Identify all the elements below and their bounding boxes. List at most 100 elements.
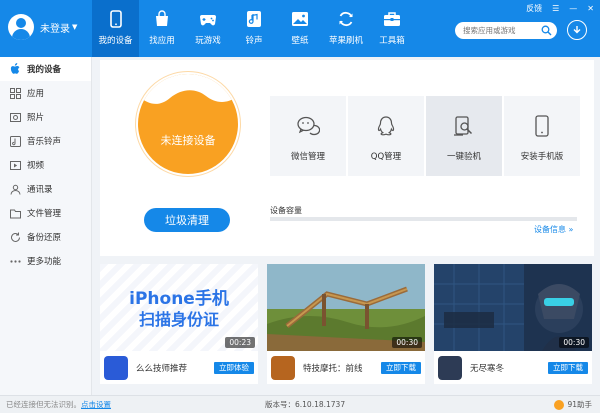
phone-icon (109, 10, 122, 28)
download-icon[interactable] (567, 20, 587, 40)
download-now-button[interactable]: 立即下载 (548, 361, 588, 374)
sidebar-item-label: 更多功能 (27, 257, 62, 267)
menu-icon[interactable]: ☰ (552, 4, 559, 13)
app-icon (438, 355, 462, 380)
promo-card[interactable]: 00:30 特技摩托：前线 立即下载 (267, 264, 425, 384)
sidebar-item-label: 音乐铃声 (27, 137, 62, 147)
main-nav: 我的设备 找应用 玩游戏 铃声 壁纸 苹果刷机 工具箱 (92, 0, 415, 57)
nav-ringtones[interactable]: 铃声 (231, 0, 277, 57)
promo-card[interactable]: 00:30 无尽寒冬 立即下载 (434, 264, 592, 384)
sidebar-item-contacts[interactable]: 通讯录 (0, 177, 91, 201)
apple-icon (9, 63, 21, 75)
brand: 91助手 (554, 399, 592, 410)
app-icon (104, 355, 128, 380)
promo-banner[interactable]: 00:30 (434, 264, 592, 351)
photo-icon (9, 111, 21, 123)
sidebar-item-my-device[interactable]: 我的设备 (0, 57, 91, 81)
status-bar: 已经连接但无法识别。点击设置 版本号：6.10.18.1737 91助手 (0, 395, 600, 413)
card-title: 特技摩托：前线 (303, 363, 363, 374)
brand-name: 91助手 (567, 400, 592, 409)
nav-games[interactable]: 玩游戏 (185, 0, 231, 57)
minimize-icon[interactable]: — (569, 4, 577, 13)
sidebar-item-label: 文件管理 (27, 209, 62, 219)
connection-status: 已经连接但无法识别。点击设置 (6, 399, 111, 410)
device-info-link[interactable]: 设备信息 » (534, 224, 573, 235)
sidebar-item-label: 我的设备 (27, 65, 62, 75)
promo-banner[interactable]: 00:30 (267, 264, 425, 351)
bag-icon (156, 10, 168, 26)
sidebar: 我的设备 应用 照片 音乐铃声 视频 通讯录 文件管理 备份还原 更多功能 (0, 57, 92, 395)
toolbox-icon (384, 12, 400, 26)
sidebar-item-more[interactable]: 更多功能 (0, 249, 91, 273)
nav-label: 苹果刷机 (328, 36, 363, 46)
card-title: 么么技师推荐 (136, 363, 188, 374)
tool-label: QQ管理 (370, 152, 402, 162)
grid-icon (9, 87, 21, 99)
sidebar-item-label: 通讯录 (27, 185, 53, 195)
close-icon[interactable]: ✕ (587, 4, 594, 13)
sidebar-item-label: 视频 (27, 161, 45, 171)
contacts-icon (9, 183, 21, 195)
device-status-circle: 未连接设备 (138, 74, 238, 174)
inspect-icon (454, 116, 473, 136)
top-bar: 未登录 ▼ 我的设备 找应用 玩游戏 铃声 壁纸 苹果刷机 工具箱 反馈 ☰ —… (0, 0, 600, 57)
sidebar-item-music[interactable]: 音乐铃声 (0, 129, 91, 153)
user-login[interactable]: 未登录 ▼ (8, 14, 77, 40)
tool-qq[interactable]: QQ管理 (348, 96, 424, 176)
connection-status-text: 已经连接但无法识别。 (6, 400, 81, 409)
nav-label: 壁纸 (291, 36, 309, 46)
sidebar-item-label: 备份还原 (27, 233, 62, 243)
picture-icon (292, 12, 308, 26)
tool-label: 安装手机版 (520, 152, 564, 162)
version-text: 版本号：6.10.18.1737 (265, 400, 346, 409)
music-note-icon (9, 135, 21, 147)
tool-wechat[interactable]: 微信管理 (270, 96, 346, 176)
video-duration: 00:30 (392, 337, 422, 348)
nav-wallpaper[interactable]: 壁纸 (277, 0, 323, 57)
folder-icon (9, 207, 21, 219)
video-duration: 00:23 (225, 337, 255, 348)
sidebar-item-backup[interactable]: 备份还原 (0, 225, 91, 249)
tool-grid: 微信管理 QQ管理 一键验机 安装手机版 (270, 96, 582, 176)
promo-cards: iPhone手机 扫描身份证 00:23 么么技师推荐 立即体验 00:30 特… (100, 264, 600, 384)
tool-install-mobile[interactable]: 安装手机版 (504, 96, 580, 176)
nav-find-app[interactable]: 找应用 (139, 0, 185, 57)
window-controls: 反馈 ☰ — ✕ (516, 3, 594, 14)
search-icon[interactable] (541, 25, 552, 36)
sidebar-item-video[interactable]: 视频 (0, 153, 91, 177)
nav-apple-flash[interactable]: 苹果刷机 (323, 0, 369, 57)
nav-my-device[interactable]: 我的设备 (92, 0, 139, 57)
banner-line-2: 扫描身份证 (138, 310, 219, 329)
tool-inspect[interactable]: 一键验机 (426, 96, 502, 176)
settings-link[interactable]: 点击设置 (81, 400, 111, 409)
feedback-link[interactable]: 反馈 (526, 3, 542, 14)
capacity-bar (270, 217, 577, 221)
app-icon (271, 355, 295, 380)
nav-label: 找应用 (149, 36, 175, 46)
qq-icon (377, 116, 395, 136)
tool-label: 微信管理 (290, 152, 325, 162)
capacity-label: 设备容量 (270, 206, 302, 215)
sidebar-item-photos[interactable]: 照片 (0, 105, 91, 129)
device-status-text: 未连接设备 (160, 134, 216, 147)
clean-button[interactable]: 垃圾清理 (144, 208, 230, 232)
nav-label: 铃声 (245, 36, 263, 46)
user-name: 未登录 (40, 23, 70, 35)
sidebar-item-files[interactable]: 文件管理 (0, 201, 91, 225)
video-icon (9, 159, 21, 171)
device-panel: 未连接设备 垃圾清理 微信管理 QQ管理 一键验机 安装手机版 设备容量 设备信… (100, 60, 594, 256)
tool-label: 一键验机 (446, 152, 481, 162)
download-now-button[interactable]: 立即下载 (381, 361, 421, 374)
nav-toolbox[interactable]: 工具箱 (369, 0, 415, 57)
search-box (455, 22, 557, 39)
promo-banner[interactable]: iPhone手机 扫描身份证 00:23 (100, 264, 258, 351)
promo-card[interactable]: iPhone手机 扫描身份证 00:23 么么技师推荐 立即体验 (100, 264, 258, 384)
sidebar-item-apps[interactable]: 应用 (0, 81, 91, 105)
card-title: 无尽寒冬 (470, 363, 505, 374)
sidebar-item-label: 照片 (27, 113, 45, 123)
wave-graphic (138, 74, 238, 104)
backup-icon (9, 231, 21, 243)
try-now-button[interactable]: 立即体验 (214, 361, 254, 374)
search-input[interactable] (455, 22, 537, 39)
wechat-icon (297, 116, 320, 136)
